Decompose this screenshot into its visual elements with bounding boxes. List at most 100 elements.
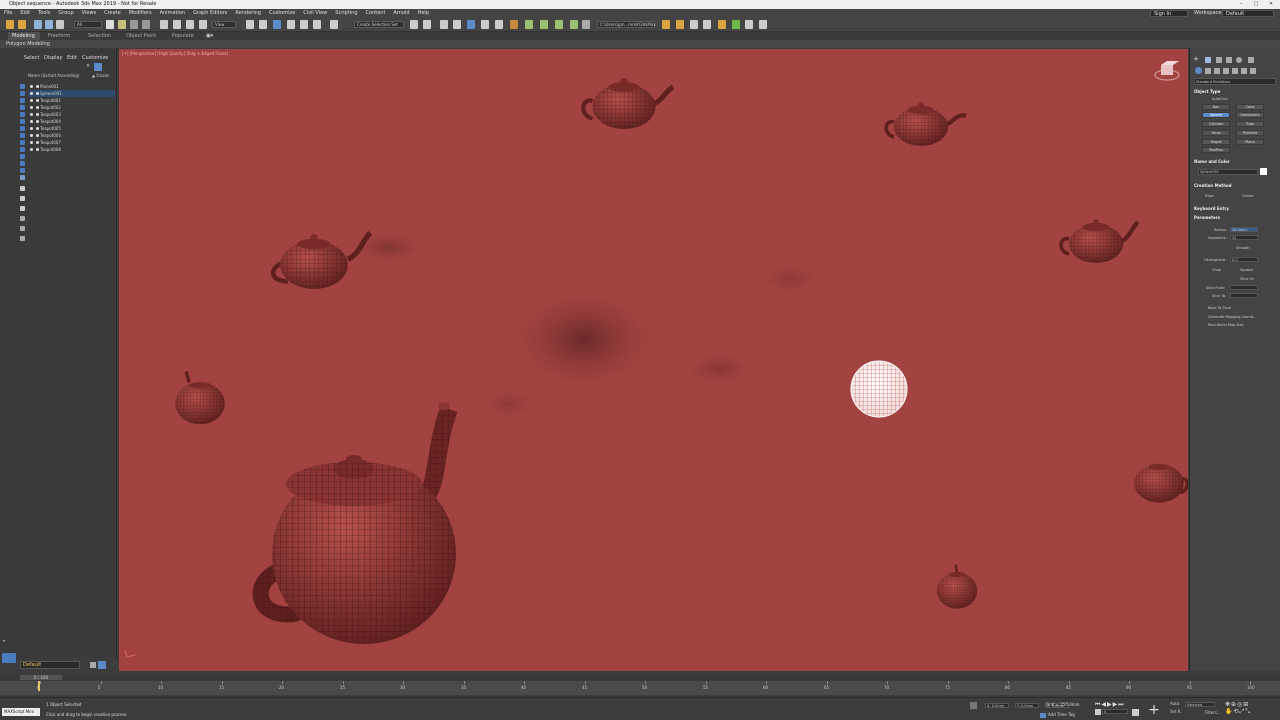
select-none-icon[interactable] xyxy=(20,196,25,201)
lights-category-icon[interactable] xyxy=(1214,68,1220,74)
create-tab-icon[interactable]: + xyxy=(1193,56,1200,63)
window-crossing-icon[interactable] xyxy=(142,20,150,29)
layer-settings-icon[interactable] xyxy=(90,662,96,668)
pyramid-button[interactable]: Pyramid xyxy=(1236,130,1264,136)
sphere-button[interactable]: Sphere xyxy=(1202,112,1230,118)
schematic-view-icon[interactable] xyxy=(495,20,503,29)
teapot-006[interactable] xyxy=(1134,463,1188,503)
minimize-button[interactable]: – xyxy=(1234,0,1248,9)
scene-menu-select[interactable]: Select xyxy=(24,54,39,62)
select-object-icon[interactable] xyxy=(106,20,114,29)
scene-menu-customize[interactable]: Customize xyxy=(82,54,108,62)
display-bones-icon[interactable] xyxy=(20,140,25,145)
menu-tools[interactable]: Tools xyxy=(34,9,54,18)
track-bar[interactable]: 0 5 10 15 20 25 30 35 40 45 50 55 60 65 70 75 80 85 90 95 10… xyxy=(0,681,1280,695)
tube-button[interactable]: Tube xyxy=(1236,121,1264,127)
hemisphere-field[interactable]: 0.0 xyxy=(1230,257,1258,262)
plane-button[interactable]: Plane xyxy=(1236,139,1264,145)
category-dropdown[interactable]: Standard Primitives xyxy=(1194,78,1276,85)
explorer-filter-icon[interactable] xyxy=(20,236,25,241)
filter-icon[interactable]: × xyxy=(86,64,91,69)
key-filter-dropdown[interactable]: Selected xyxy=(1185,702,1215,707)
layer-add-icon[interactable] xyxy=(98,661,106,669)
coord-x-field[interactable]: X: 0.0mm xyxy=(985,703,1009,708)
base-to-pivot-checkbox[interactable]: Base To Pivot xyxy=(1208,306,1231,310)
rotate-icon[interactable] xyxy=(173,20,181,29)
lock-selection-icon[interactable] xyxy=(970,702,977,709)
menu-scripting[interactable]: Scripting xyxy=(331,9,361,18)
link-icon[interactable] xyxy=(34,20,42,29)
display-containers-icon[interactable] xyxy=(20,147,25,152)
menu-arnold[interactable]: Arnold xyxy=(389,9,413,18)
workspaces-dropdown[interactable]: Default xyxy=(1222,10,1274,17)
angle-snap-icon[interactable] xyxy=(287,20,295,29)
chop-radio[interactable]: Chop xyxy=(1212,268,1221,272)
teapot-004[interactable] xyxy=(1059,219,1140,263)
maximize-button[interactable]: □ xyxy=(1249,0,1263,9)
spacewarps-category-icon[interactable] xyxy=(1241,68,1247,74)
systems-category-icon[interactable] xyxy=(1250,68,1256,74)
textplus-button[interactable]: TextPlus xyxy=(1202,147,1230,153)
auto-key-button[interactable]: Auto xyxy=(1170,701,1180,707)
scene-row[interactable]: Teapot002 xyxy=(28,104,115,111)
curve-editor-icon[interactable] xyxy=(481,20,489,29)
move-icon[interactable] xyxy=(160,20,168,29)
playback-controls[interactable]: ⏮◀▶▶⏭ xyxy=(1095,702,1140,708)
slice-to-field[interactable] xyxy=(1230,293,1258,298)
expand-arrow-icon[interactable]: ▸ xyxy=(3,638,9,644)
autogrid-checkbox[interactable]: AutoGrid xyxy=(1212,97,1227,101)
display-none-icon[interactable] xyxy=(20,175,25,180)
align-icon[interactable] xyxy=(423,20,431,29)
scene-row[interactable]: Teapot004 xyxy=(28,118,115,125)
layer-toggle-icon[interactable] xyxy=(2,653,16,663)
display-geometry-icon[interactable] xyxy=(20,84,25,89)
key-mode-icon[interactable] xyxy=(1095,709,1101,715)
display-all-icon[interactable] xyxy=(20,168,25,173)
find-icon[interactable] xyxy=(94,63,102,71)
set-key-icon[interactable]: + xyxy=(1146,702,1162,718)
scene-menu-edit[interactable]: Edit xyxy=(67,54,77,62)
menu-civil-view[interactable]: Civil View xyxy=(299,9,331,18)
utilities-tab-icon[interactable] xyxy=(1248,57,1254,63)
teapot-005[interactable] xyxy=(175,371,225,425)
geosphere-button[interactable]: GeoSphere xyxy=(1236,112,1264,118)
placement-icon[interactable] xyxy=(199,20,207,29)
menu-edit[interactable]: Edit xyxy=(16,9,34,18)
shapes-category-icon[interactable] xyxy=(1205,68,1211,74)
lock-cell-icon[interactable] xyxy=(20,226,25,231)
teapot-007[interactable] xyxy=(936,564,978,609)
menu-group[interactable]: Group xyxy=(54,9,77,18)
cone-button[interactable]: Cone xyxy=(1236,104,1264,110)
snaps-toggle-icon[interactable] xyxy=(273,20,281,29)
ribbon-row-label[interactable]: Polygon Modeling xyxy=(6,41,50,47)
undo-icon[interactable] xyxy=(6,20,14,29)
pivot-icon[interactable] xyxy=(246,20,254,29)
display-groups-icon[interactable] xyxy=(20,126,25,131)
motion-tab-icon[interactable] xyxy=(1226,57,1232,63)
menu-content[interactable]: Content xyxy=(362,9,390,18)
geometry-category-icon[interactable] xyxy=(1195,67,1202,74)
column-name-header[interactable]: Name (Sorted Ascending) xyxy=(28,73,79,78)
column-frozen-header[interactable]: ▲ Frozen xyxy=(92,73,109,78)
display-tab-icon[interactable] xyxy=(1236,57,1242,63)
slice-from-field[interactable] xyxy=(1230,285,1258,290)
tab-populate[interactable]: Populate xyxy=(168,32,198,40)
scene-row[interactable]: Teapot008 xyxy=(28,146,115,153)
tools-icon[interactable] xyxy=(745,20,753,29)
display-helpers-icon[interactable] xyxy=(20,112,25,117)
percent-snap-icon[interactable] xyxy=(300,20,308,29)
scale-icon[interactable] xyxy=(186,20,194,29)
smooth-checkbox[interactable]: Smooth xyxy=(1236,246,1250,250)
time-tag-icon[interactable] xyxy=(1040,713,1046,718)
rect-selection-icon[interactable] xyxy=(130,20,138,29)
project-folder-icon[interactable] xyxy=(662,20,670,29)
torus-button[interactable]: Torus xyxy=(1202,130,1230,136)
ribbon-options-icon[interactable]: ▣▾ xyxy=(202,32,217,40)
display-frozen-icon[interactable] xyxy=(20,154,25,159)
creation-edge-radio[interactable]: Edge xyxy=(1205,194,1214,198)
modify-tab-icon[interactable] xyxy=(1205,57,1211,63)
arnold-icon[interactable] xyxy=(732,20,740,29)
perspective-viewport[interactable]: [+] [Perspective] [High Quality] [Edg + … xyxy=(119,49,1188,671)
sphere-001[interactable] xyxy=(850,360,908,418)
slice-on-checkbox[interactable]: Slice On xyxy=(1240,277,1254,281)
